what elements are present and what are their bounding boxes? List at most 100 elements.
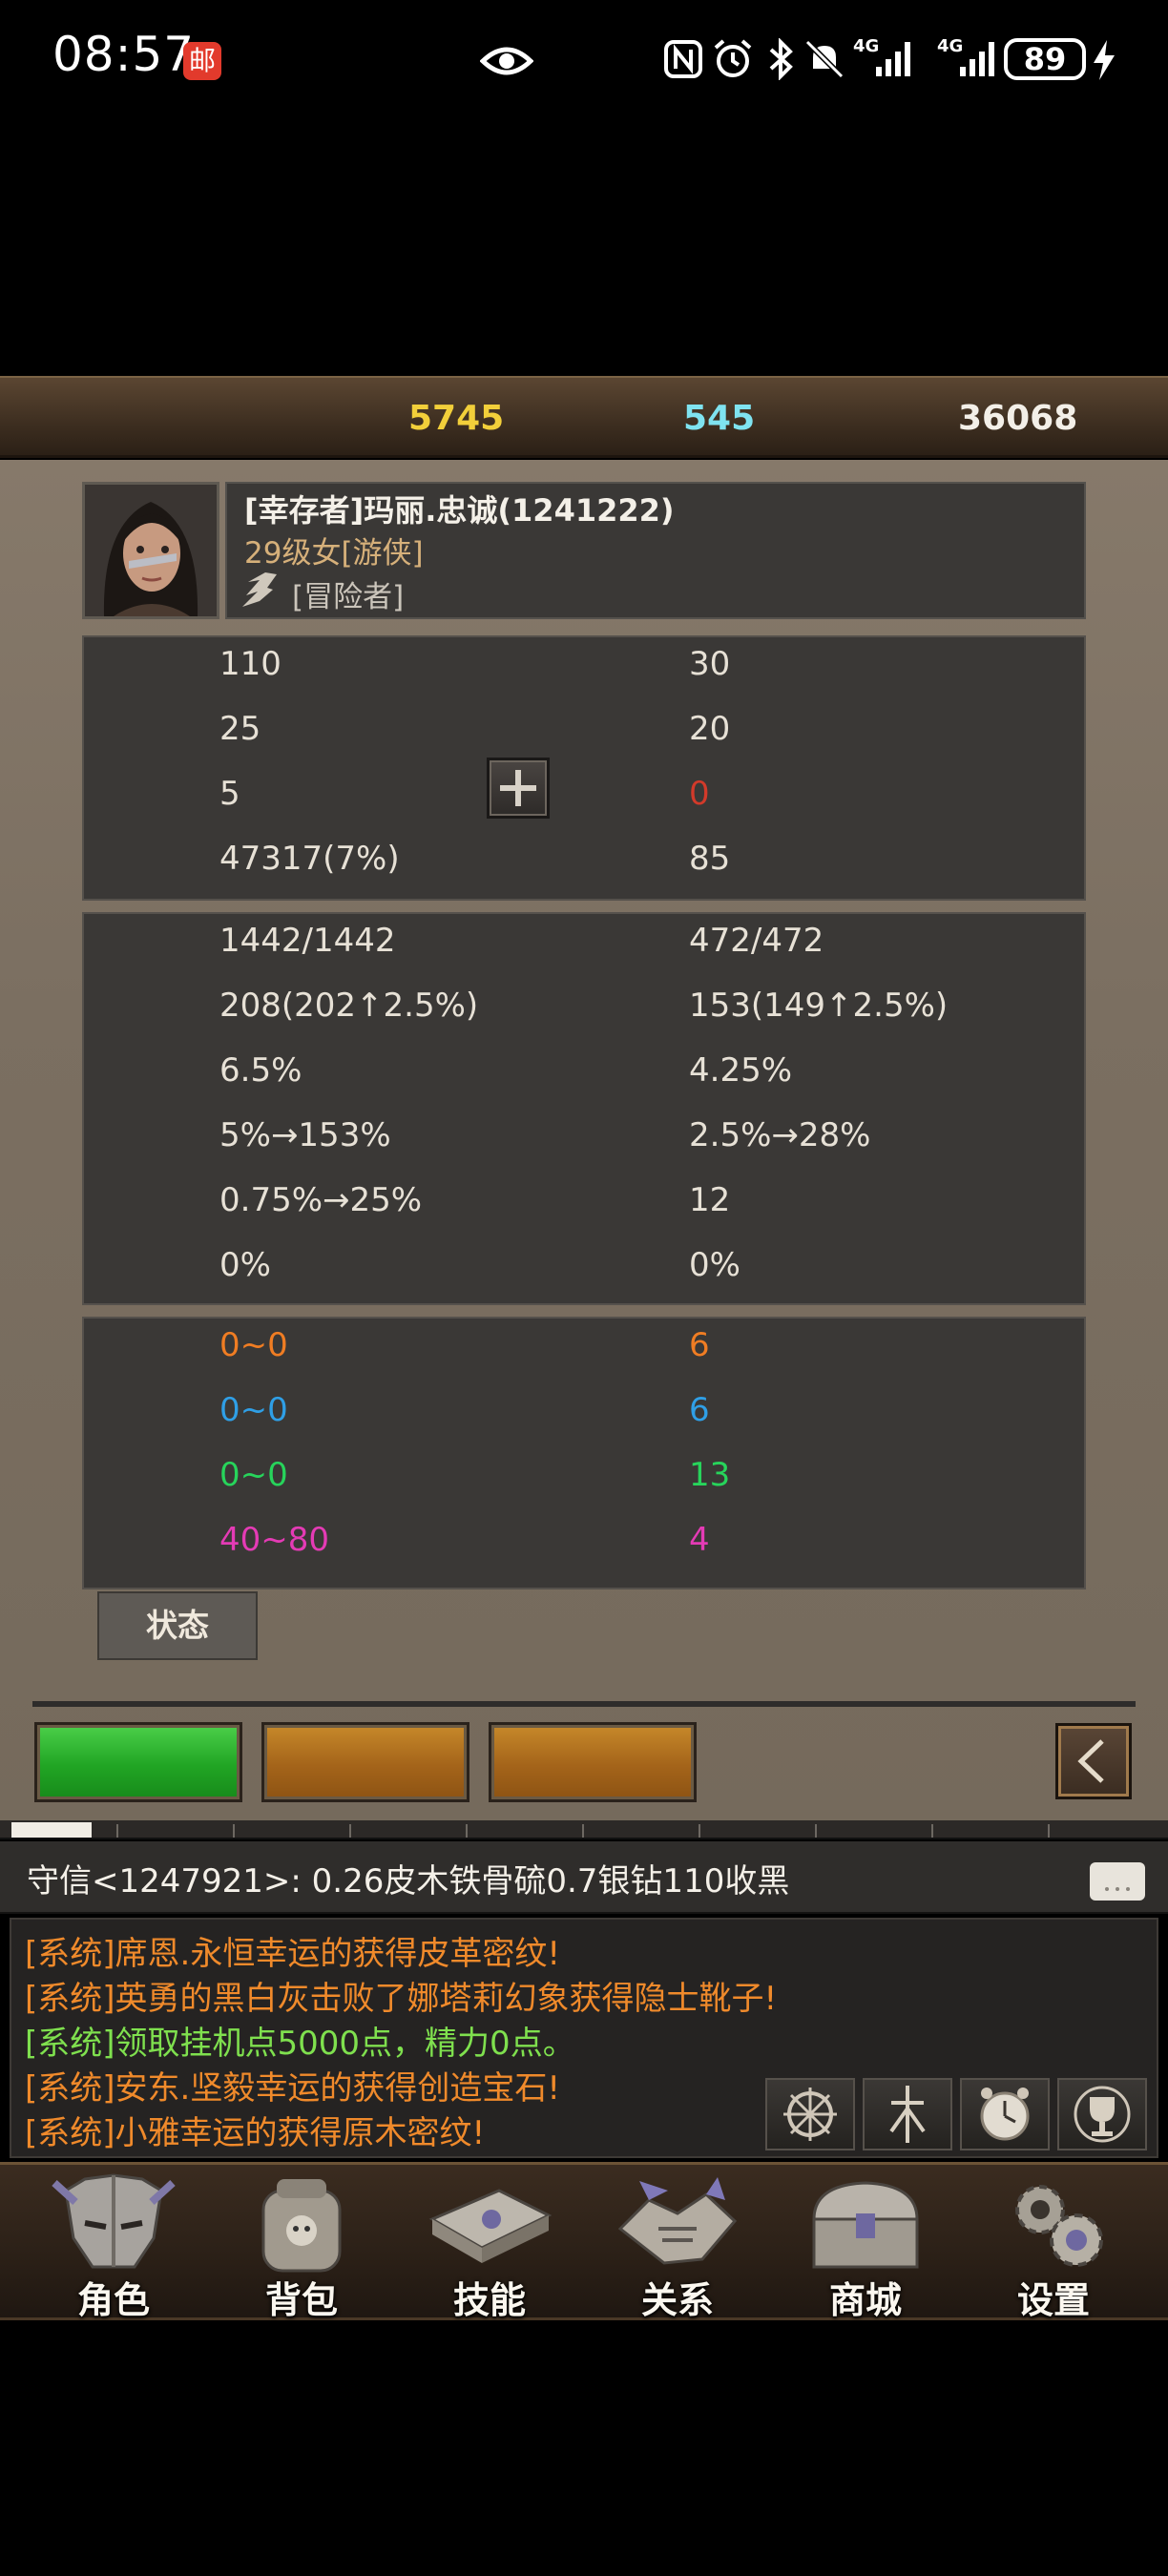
spellbook-icon xyxy=(428,2189,553,2263)
stat-value: 85 xyxy=(689,840,731,878)
bluetooth-icon xyxy=(769,38,793,80)
stat-value: 6.5% xyxy=(219,1051,302,1090)
character-name: [幸存者]玛丽.忠诚(1241222) xyxy=(244,492,675,529)
nav-label: 角色 xyxy=(76,2279,150,2321)
diamond-amount: 545 xyxy=(683,399,756,438)
stat-value: 153(149↑2.5%) xyxy=(689,987,949,1025)
chat-tab-divider xyxy=(1048,1824,1050,1838)
stat-value: 208(202↑2.5%) xyxy=(219,987,479,1025)
portrait-image xyxy=(85,485,217,616)
stat-value: 20 xyxy=(689,710,731,748)
character-portrait[interactable] xyxy=(82,482,219,619)
signal-icon-1 xyxy=(876,42,910,76)
stat-value: 0~0 xyxy=(219,1391,288,1429)
helmet-icon xyxy=(52,2173,176,2269)
wing-icon xyxy=(242,572,277,607)
stat-value: 472/472 xyxy=(689,922,824,960)
chat-tab-active[interactable] xyxy=(11,1822,92,1838)
stat-value: 25 xyxy=(219,710,261,748)
battery-indicator: 89 xyxy=(1004,38,1086,80)
chat-tab-divider xyxy=(116,1824,118,1838)
stat-value: 2.5%→28% xyxy=(689,1116,871,1154)
divider xyxy=(32,1701,1136,1707)
chat-tab-divider xyxy=(233,1824,235,1838)
stat-value: 30 xyxy=(689,645,731,683)
chat-line: [系统]领取挂机点5000点，精力0点。 xyxy=(25,2025,575,2063)
collapse-button[interactable] xyxy=(1055,1723,1132,1799)
stat-value: 5%→153% xyxy=(219,1116,391,1154)
treasure-chest-icon xyxy=(812,2181,919,2269)
signal-icon-2 xyxy=(960,42,994,76)
gear-icon xyxy=(1015,2185,1103,2267)
nav-backpack[interactable]: 背包 xyxy=(211,2168,392,2321)
chat-tab-divider xyxy=(466,1824,468,1838)
stat-value: 1442/1442 xyxy=(219,922,396,960)
stat-value: 4 xyxy=(689,1521,710,1559)
stat-value: 12 xyxy=(689,1181,731,1219)
stat-value: 0.75%→25% xyxy=(219,1181,423,1219)
handshake-icon xyxy=(617,2177,738,2265)
nav-label: 商城 xyxy=(828,2279,902,2321)
mail-notification-icon: 邮 xyxy=(183,42,221,80)
nav-character[interactable]: 角色 xyxy=(23,2168,204,2321)
nav-settings[interactable]: 设置 xyxy=(963,2168,1144,2321)
chevron-left-icon xyxy=(1077,1739,1104,1783)
chat-tab-strip[interactable] xyxy=(0,1820,1168,1839)
chat-dots-icon xyxy=(1105,1887,1130,1891)
mute-bell-icon xyxy=(804,39,845,79)
chat-tab-divider xyxy=(582,1824,584,1838)
sword-icon xyxy=(889,2086,926,2143)
stat-value: 47317(7%) xyxy=(219,840,400,878)
nav-label: 关系 xyxy=(640,2279,714,2321)
chat-line: [系统]小雅幸运的获得原木密纹! xyxy=(25,2114,486,2152)
stat-value: 0% xyxy=(689,1246,740,1284)
nav-shop[interactable]: 商城 xyxy=(775,2168,956,2321)
green-action-button[interactable] xyxy=(34,1722,242,1802)
chat-tab-divider xyxy=(931,1824,933,1838)
chat-line: [系统]安东.坚毅幸运的获得创造宝石! xyxy=(25,2069,560,2108)
clock-icon xyxy=(980,2088,1030,2141)
stat-value: 5 xyxy=(219,775,240,813)
weapon-shortcut-button[interactable] xyxy=(863,2078,952,2150)
chat-line: [系统]席恩.永恒幸运的获得皮革密纹! xyxy=(25,1935,560,1973)
stat-value: 110 xyxy=(219,645,282,683)
charging-icon xyxy=(1094,40,1115,80)
gold-amount: 5745 xyxy=(408,399,505,438)
stat-value: 13 xyxy=(689,1456,731,1494)
chat-line: [系统]英勇的黑白灰击败了娜塔莉幻象获得隐士靴子! xyxy=(25,1980,778,2018)
eye-icon xyxy=(480,47,533,75)
orange-action-button-1[interactable] xyxy=(261,1722,469,1802)
character-level-class: 29级女[游侠] xyxy=(244,536,424,571)
plus-icon xyxy=(500,770,536,806)
whisper-message: 守信<1247921>: 0.26皮木铁骨硫0.7银钻110收黑 xyxy=(27,1862,790,1901)
nav-label: 技能 xyxy=(452,2279,526,2321)
nfc-icon xyxy=(664,40,702,78)
character-title: [冒险者] xyxy=(292,580,405,614)
nav-relations[interactable]: 关系 xyxy=(587,2168,768,2321)
stat-value: 0~0 xyxy=(219,1326,288,1364)
compass-icon xyxy=(783,2088,837,2141)
nav-skills[interactable]: 技能 xyxy=(399,2168,580,2321)
chat-bubble-icon[interactable] xyxy=(1090,1862,1145,1901)
nav-label: 背包 xyxy=(264,2279,338,2321)
stat-value: 40~80 xyxy=(219,1521,330,1559)
tab-status[interactable]: 状态 xyxy=(97,1591,258,1660)
orange-action-button-2[interactable] xyxy=(489,1722,697,1802)
backpack-icon xyxy=(261,2179,342,2273)
add-points-button[interactable] xyxy=(487,758,550,819)
stat-value: 0% xyxy=(219,1246,271,1284)
stat-value: 6 xyxy=(689,1326,710,1364)
alarm-icon xyxy=(714,39,752,77)
status-time: 08:57 xyxy=(52,27,196,82)
silver-amount: 36068 xyxy=(958,399,1078,438)
chat-tab-divider xyxy=(815,1824,817,1838)
stat-value: 4.25% xyxy=(689,1051,793,1090)
clock-shortcut-button[interactable] xyxy=(960,2078,1050,2150)
nav-label: 设置 xyxy=(1016,2279,1090,2321)
stat-value: 6 xyxy=(689,1391,710,1429)
stat-value: 0~0 xyxy=(219,1456,288,1494)
chat-tab-divider xyxy=(349,1824,351,1838)
chat-tab-divider xyxy=(699,1824,700,1838)
trophy-shortcut-button[interactable] xyxy=(1057,2078,1147,2150)
battle-shortcut-button[interactable] xyxy=(765,2078,855,2150)
